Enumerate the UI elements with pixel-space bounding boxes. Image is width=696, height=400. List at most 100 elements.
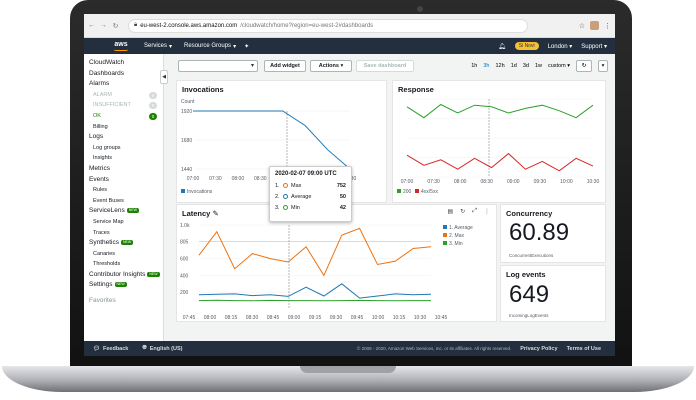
sidebar-item-contributor-insights[interactable]: Contributor Insights NEW [89,270,163,281]
x-tick-label: 07:00 [187,176,200,182]
sidebar-item-service-map[interactable]: Service Map [89,217,163,228]
legend-4xx5xx-swatch [415,189,419,193]
sidebar-item-alarms[interactable]: Alarms [89,79,163,90]
reload-icon[interactable]: ↻ [111,22,120,30]
sidebar-item-log-groups[interactable]: Log groups [89,143,163,154]
forward-icon[interactable]: → [99,22,108,29]
legend-4xx5xx-label: 4xx/5xx [421,189,438,195]
back-icon[interactable]: ← [87,22,96,29]
feedback-link[interactable]: 💬︎ Feedback [93,346,128,352]
sidebar-item-ok[interactable]: OK 0 [89,111,163,122]
sidebar-item-servicelens[interactable]: ServiceLens NEW [89,206,163,217]
services-menu[interactable]: Services ▾ [144,43,172,50]
tooltip-row-number: 1. [275,182,280,189]
address-bar[interactable]: 🔒︎ eu-west-2.console.aws.amazon.com/clou… [128,18,528,33]
x-tick-label: 09:30 [534,179,547,185]
range-3h[interactable]: 3h [483,63,489,69]
sidebar-item-insights[interactable]: Insights [89,153,163,164]
y-axis-label: Count [181,99,195,105]
x-tick-label: 10:15 [393,315,406,321]
y-tick-label: 1440 [181,167,192,173]
console-footer: 💬︎ Feedback 🌐︎ English (US) © 2008 - 2020,… [84,341,615,356]
response-200-series [406,103,594,119]
terms-of-use-link[interactable]: Terms of Use [567,346,601,352]
sidebar-item-insufficient[interactable]: INSUFFICIENT 0 [89,100,163,111]
refresh-options-button[interactable]: ▾ [598,60,608,72]
latency-chart: 200 400 600 805 1.0k 07:45 08:00 08:15 08:30 08:4… [180,223,473,321]
alarm-count: 0 [149,91,157,99]
actions-button[interactable]: Actions ▾ [310,60,352,72]
x-tick-label: 10:30 [414,315,427,321]
y-tick-label: 600 [180,257,189,263]
region-menu[interactable]: London ▾ [548,43,573,50]
legend-latency-2-swatch [443,241,447,245]
actions-label: Actions [318,63,339,69]
panel-response: Response 07:00 07:30 08:00 08:30 09:00 09:30 1… [392,80,606,203]
chevron-left-icon: ◀ [162,74,166,80]
sidebar-item-metrics[interactable]: Metrics [89,164,163,175]
x-tick-label: 10:45 [435,315,448,321]
pin-icon[interactable]: ✦ [244,43,249,50]
sidebar-item-dashboards[interactable]: Dashboards [89,69,163,80]
range-1d[interactable]: 1d [511,63,517,69]
star-icon[interactable]: ☆ [579,22,585,30]
refresh-button[interactable]: ↻ [576,60,592,72]
x-tick-label: 07:30 [209,176,222,182]
save-dashboard-button[interactable]: Save dashboard [356,60,414,72]
menu-icon[interactable]: ⋮ [604,22,611,30]
sidebar-item-billing[interactable]: Billing [89,122,163,133]
concurrency-caption: ConcurrentExecutions [509,253,554,258]
range-1w[interactable]: 1w [535,63,542,69]
x-tick-label: 09:45 [351,315,364,321]
services-label: Services [144,43,168,49]
sidebar-item-synthetics[interactable]: Synthetics NEW [89,238,163,249]
sidebar-item-canaries[interactable]: Canaries [89,249,163,260]
tooltip-row-number: 2. [275,193,280,200]
concurrency-title: Concurrency [506,209,553,218]
chevron-down-icon: ▾ [233,43,237,50]
latency-max-series [198,227,432,277]
response-chart: 07:00 07:30 08:00 08:30 09:00 09:30 10:00 10:30… [397,98,600,195]
range-custom[interactable]: custom ▾ [548,63,570,69]
range-3d[interactable]: 3d [523,63,529,69]
x-tick-label: 08:00 [454,179,467,185]
collapse-sidebar-button[interactable]: ◀ [160,70,168,84]
sidebar-item-alarm[interactable]: ALARM 0 [89,90,163,101]
sidebar-item-logs[interactable]: Logs [89,132,163,143]
servicelens-label: ServiceLens [89,207,125,215]
add-widget-button[interactable]: Add widget [264,60,306,72]
y-tick-label: 200 [180,290,189,296]
y-tick-label: 805 [180,239,189,245]
sidebar-item-settings[interactable]: Settings NEW [89,280,163,291]
language-selector[interactable]: 🌐︎ English (US) [142,345,182,352]
profile-avatar[interactable] [590,21,599,30]
sidebar-item-traces[interactable]: Traces [89,228,163,239]
dashboard-select[interactable] [178,60,258,72]
x-tick-label: 10:30 [587,179,600,185]
tooltip-row-value: 752 [336,182,346,189]
sidebar-item-cloudwatch[interactable]: CloudWatch [89,58,163,69]
concurrency-value: 60.89 [509,219,570,246]
tooltip-row-label: Average [291,193,312,200]
log-events-value: 649 [509,281,550,308]
settings-label: Settings [89,281,113,289]
tooltip-row-label: Min [291,204,300,211]
support-menu[interactable]: Support ▾ [581,43,607,50]
sidebar-item-rules[interactable]: Rules [89,185,163,196]
x-tick-label: 07:45 [183,315,196,321]
new-badge: NEW [114,282,127,288]
y-tick-label: 1920 [181,109,192,115]
sidebar-item-thresholds[interactable]: Thresholds [89,259,163,270]
aws-logo[interactable]: aws [110,41,132,51]
user-menu[interactable]: Si Novi [514,42,539,50]
circle-icon [283,205,288,210]
sidebar-item-events[interactable]: Events [89,175,163,186]
range-12h[interactable]: 12h [496,63,505,69]
bell-icon[interactable]: 🔔︎ [498,43,506,50]
resource-groups-menu[interactable]: Resource Groups ▾ [184,43,236,50]
insufficient-label: INSUFFICIENT [93,102,131,109]
privacy-policy-link[interactable]: Privacy Policy [520,346,557,352]
sidebar-item-event-buses[interactable]: Event Buses [89,196,163,207]
x-tick-label: 09:30 [330,315,343,321]
range-1h[interactable]: 1h [471,63,477,69]
